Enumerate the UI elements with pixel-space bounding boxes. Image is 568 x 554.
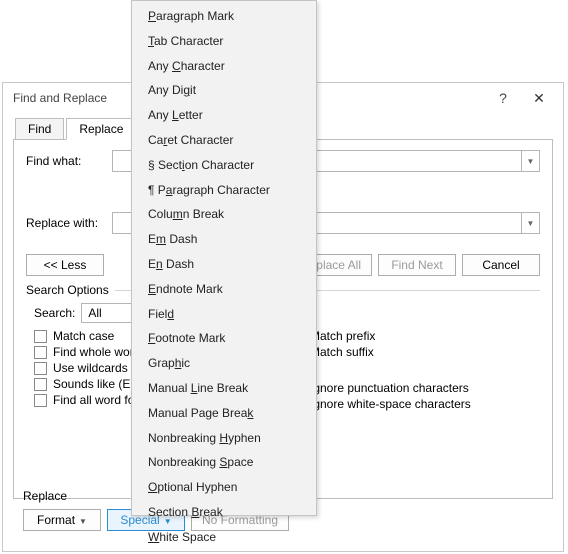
check-ignore-punctuation[interactable]: Ignore punctuation characters — [291, 381, 540, 395]
menu-item[interactable]: Section Break — [134, 500, 314, 525]
menu-item[interactable]: Em Dash — [134, 227, 314, 252]
replace-with-label: Replace with: — [26, 216, 112, 230]
menu-item[interactable]: § Section Character — [134, 153, 314, 178]
menu-item[interactable]: Nonbreaking Space — [134, 450, 314, 475]
menu-item[interactable]: Column Break — [134, 202, 314, 227]
find-what-label: Find what: — [26, 154, 112, 168]
caret-down-icon: ▼ — [79, 517, 87, 526]
tab-replace[interactable]: Replace — [66, 118, 136, 140]
menu-item[interactable]: Optional Hyphen — [134, 475, 314, 500]
menu-item[interactable]: Caret Character — [134, 128, 314, 153]
find-next-button[interactable]: Find Next — [378, 254, 456, 276]
menu-item[interactable]: White Space — [134, 525, 314, 550]
chevron-down-icon[interactable]: ▼ — [521, 151, 539, 171]
tab-find[interactable]: Find — [15, 118, 64, 140]
format-button[interactable]: Format▼ — [23, 509, 101, 531]
checkbox-icon — [34, 394, 47, 407]
menu-item[interactable]: En Dash — [134, 252, 314, 277]
menu-item[interactable]: Tab Character — [134, 29, 314, 54]
special-menu: Paragraph MarkTab CharacterAny Character… — [131, 0, 317, 516]
chevron-down-icon[interactable]: ▼ — [521, 213, 539, 233]
check-ignore-whitespace[interactable]: Ignore white-space characters — [291, 397, 540, 411]
menu-item[interactable]: Manual Line Break — [134, 376, 314, 401]
checkbox-icon — [34, 330, 47, 343]
menu-item[interactable]: Any Character — [134, 54, 314, 79]
cancel-button[interactable]: Cancel — [462, 254, 540, 276]
menu-item[interactable]: Any Letter — [134, 103, 314, 128]
menu-item[interactable]: ¶ Paragraph Character — [134, 178, 314, 203]
check-match-prefix[interactable]: Match prefix — [291, 329, 540, 343]
menu-item[interactable]: Any Digit — [134, 78, 314, 103]
search-options-label: Search Options — [26, 283, 115, 297]
checkbox-icon — [34, 346, 47, 359]
menu-item[interactable]: Paragraph Mark — [134, 4, 314, 29]
menu-item[interactable]: Manual Page Break — [134, 401, 314, 426]
menu-item[interactable]: Field — [134, 302, 314, 327]
menu-item[interactable]: Graphic — [134, 351, 314, 376]
less-button[interactable]: << Less — [26, 254, 104, 276]
menu-item[interactable]: Nonbreaking Hyphen — [134, 426, 314, 451]
check-match-suffix[interactable]: Match suffix — [291, 345, 540, 359]
menu-item[interactable]: Footnote Mark — [134, 326, 314, 351]
checkbox-icon — [34, 378, 47, 391]
close-button[interactable]: ✕ — [521, 90, 557, 107]
help-button[interactable]: ? — [485, 90, 521, 106]
checkbox-icon — [34, 362, 47, 375]
search-direction-value: All — [88, 306, 101, 320]
menu-item[interactable]: Endnote Mark — [134, 277, 314, 302]
search-label: Search: — [34, 306, 75, 320]
